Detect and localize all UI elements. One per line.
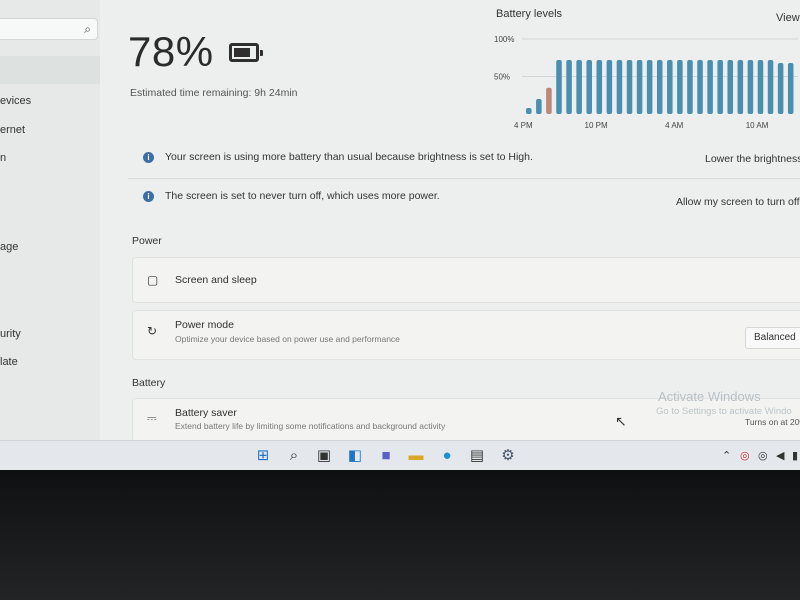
brightness-notice-text: Your screen is using more battery than u… — [165, 151, 533, 163]
chart-bar — [787, 63, 794, 114]
settings-window: ⌕ evices ernet n age urity late 78% Esti… — [0, 0, 800, 470]
chart-bar — [656, 60, 663, 114]
chart-bar — [646, 60, 653, 114]
battery-saver-threshold: Turns on at 20% — [744, 417, 800, 427]
chart-bar — [616, 60, 623, 114]
battery-levels-title: Battery levels — [496, 8, 563, 20]
battery-levels-chart: 100% 50% 4 PM 10 PM 4 AM 10 AM — [494, 35, 798, 130]
battery-percentage: 78% — [128, 28, 214, 75]
chart-bar — [767, 60, 774, 114]
screen-and-sleep-card[interactable]: ▢ Screen and sleep — [132, 257, 800, 303]
chart-x-tick-label: 10 AM — [746, 121, 769, 130]
chart-y-tick-label: 100% — [494, 35, 514, 44]
power-mode-subtitle: Optimize your device based on power use … — [175, 334, 400, 344]
chart-bar — [626, 60, 633, 114]
sidebar-selected-item[interactable] — [0, 56, 100, 84]
chart-bar — [707, 60, 713, 114]
widgets-icon[interactable]: ◧ — [345, 446, 365, 466]
power-mode-card: ↻ Power mode Optimize your device based … — [132, 310, 800, 360]
battery-tray-icon[interactable]: ▮ — [792, 449, 798, 462]
battery-icon — [229, 43, 263, 62]
store-icon[interactable]: ▤ — [467, 446, 487, 466]
laptop-bezel — [0, 470, 800, 600]
chart-bar — [697, 60, 703, 114]
chart-bar — [606, 60, 613, 114]
chart-bar — [576, 60, 582, 114]
search-icon[interactable]: ⌕ — [84, 22, 91, 37]
screen-timeout-notice: i The screen is set to never turn off, w… — [128, 178, 800, 214]
info-icon: i — [143, 191, 154, 202]
battery-saver-icon: ⎓ — [147, 411, 157, 425]
chart-y-tick-label: 50% — [494, 73, 510, 82]
power-mode-icon: ↻ — [147, 324, 158, 338]
sidebar-item-personalization[interactable]: n — [0, 152, 6, 164]
allow-screen-turn-off-button[interactable]: Allow my screen to turn off — [676, 196, 800, 208]
sidebar-item-language[interactable]: age — [0, 241, 18, 253]
file-explorer-icon[interactable]: ▬ — [406, 446, 426, 466]
chart-x-tick-label: 4 PM — [514, 121, 533, 130]
chart-bar — [757, 60, 764, 114]
chart-bar — [727, 60, 734, 114]
chart-bar — [566, 60, 572, 114]
activate-windows-hint: Go to Settings to activate Windo — [656, 406, 792, 417]
chart-bar — [677, 60, 683, 114]
sidebar-item-security[interactable]: urity — [0, 328, 21, 340]
info-icon: i — [143, 152, 154, 163]
settings-icon[interactable]: ⚙ — [498, 446, 518, 466]
power-section-header: Power — [132, 235, 162, 247]
battery-saver-subtitle: Extend battery life by limiting some not… — [175, 421, 446, 431]
search-input[interactable]: ⌕ — [0, 18, 98, 40]
battery-icon-fill — [234, 48, 250, 57]
battery-saver-title: Battery saver — [175, 407, 237, 419]
lower-brightness-button[interactable]: Lower the brightness — [705, 153, 800, 165]
chart-bar — [636, 60, 643, 114]
screen-sleep-icon: ▢ — [147, 273, 159, 287]
globe-icon[interactable]: ◎ — [758, 449, 768, 462]
chart-bar — [737, 60, 744, 114]
estimated-time-remaining: Estimated time remaining: 9h 24min — [130, 87, 298, 99]
chart-bar — [526, 108, 532, 114]
chart-x-tick-label: 10 PM — [585, 121, 608, 130]
screen-and-sleep-title: Screen and sleep — [175, 274, 257, 286]
sidebar: ⌕ evices ernet n age urity late — [0, 0, 100, 440]
search-icon[interactable]: ⌕ — [284, 446, 304, 466]
power-mode-title: Power mode — [175, 319, 234, 331]
sidebar-item-network[interactable]: ernet — [0, 124, 25, 136]
chart-bar — [717, 60, 723, 114]
brightness-notice: i Your screen is using more battery than… — [128, 139, 800, 175]
chart-bar — [747, 60, 754, 114]
activate-windows-watermark: Activate Windows — [658, 389, 761, 404]
windows-start-icon[interactable]: ⊞ — [253, 446, 273, 466]
chart-bar — [536, 99, 542, 114]
battery-saver-card[interactable]: ⎓ Battery saver Extend battery life by l… — [132, 398, 800, 442]
chart-bar — [556, 60, 562, 114]
chart-bar — [546, 87, 552, 114]
wifi-icon[interactable]: ◎ — [740, 449, 750, 462]
edge-icon[interactable]: ● — [437, 446, 457, 466]
chart-bar — [596, 60, 603, 114]
chart-x-tick-label: 4 AM — [665, 121, 684, 130]
task-view-icon[interactable]: ▣ — [314, 446, 334, 466]
battery-section-header: Battery — [132, 377, 166, 389]
sidebar-item-update[interactable]: late — [0, 356, 18, 368]
screen-timeout-notice-text: The screen is set to never turn off, whi… — [165, 190, 440, 202]
sidebar-item-devices[interactable]: evices — [0, 95, 31, 107]
speaker-icon[interactable]: ◀ — [776, 449, 784, 462]
chart-bar — [586, 60, 592, 114]
power-mode-dropdown[interactable]: Balanced — [745, 327, 800, 349]
mouse-cursor-icon: ↖ — [615, 413, 627, 429]
taskbar: ⊞ ⌕ ▣ ◧ ■ ▬ ● ▤ ⚙ ⌃ ◎ ◎ ◀ ▮ — [0, 440, 800, 470]
teams-chat-icon[interactable]: ■ — [376, 446, 396, 466]
chart-bar — [777, 63, 784, 114]
chart-bar — [667, 60, 673, 114]
chevron-up-icon[interactable]: ⌃ — [722, 449, 731, 462]
chart-bar — [687, 60, 693, 114]
